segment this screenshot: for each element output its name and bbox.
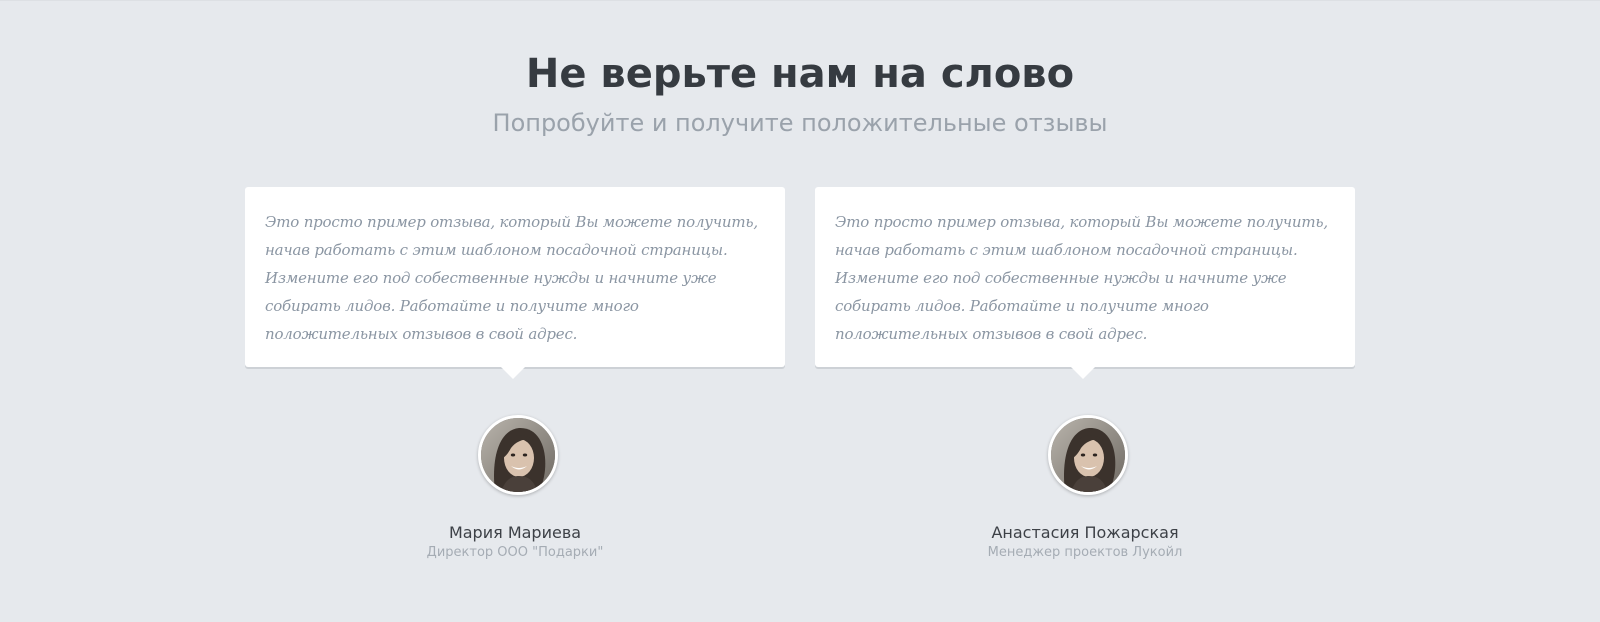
section-subtitle: Попробуйте и получите положительные отзы… [492,109,1108,137]
testimonial-card: Это просто пример отзыва, который Вы мож… [245,187,785,567]
testimonial-author-role: Менеджер проектов Лукойл [987,545,1183,560]
testimonial-card: Это просто пример отзыва, который Вы мож… [815,187,1355,567]
avatar [478,415,558,495]
testimonial-author-name: Анастасия Пожарская [991,523,1179,542]
quote-pointer [1071,367,1095,379]
person-photo-icon [481,418,555,492]
quote-pointer [501,367,525,379]
person-photo-icon [1051,418,1125,492]
section-top-divider [0,0,1600,1]
testimonial-quote-box: Это просто пример отзыва, который Вы мож… [245,187,785,367]
testimonial-quote-box: Это просто пример отзыва, который Вы мож… [815,187,1355,367]
testimonial-author-name: Мария Мариева [448,523,582,542]
testimonial-quote: Это просто пример отзыва, который Вы мож… [265,213,758,343]
testimonial-author-role: Директор ООО "Подарки" [426,545,604,560]
testimonial-quote: Это просто пример отзыва, который Вы мож… [835,213,1328,343]
avatar [1048,415,1128,495]
section-title: Не верьте нам на слово [525,51,1075,97]
